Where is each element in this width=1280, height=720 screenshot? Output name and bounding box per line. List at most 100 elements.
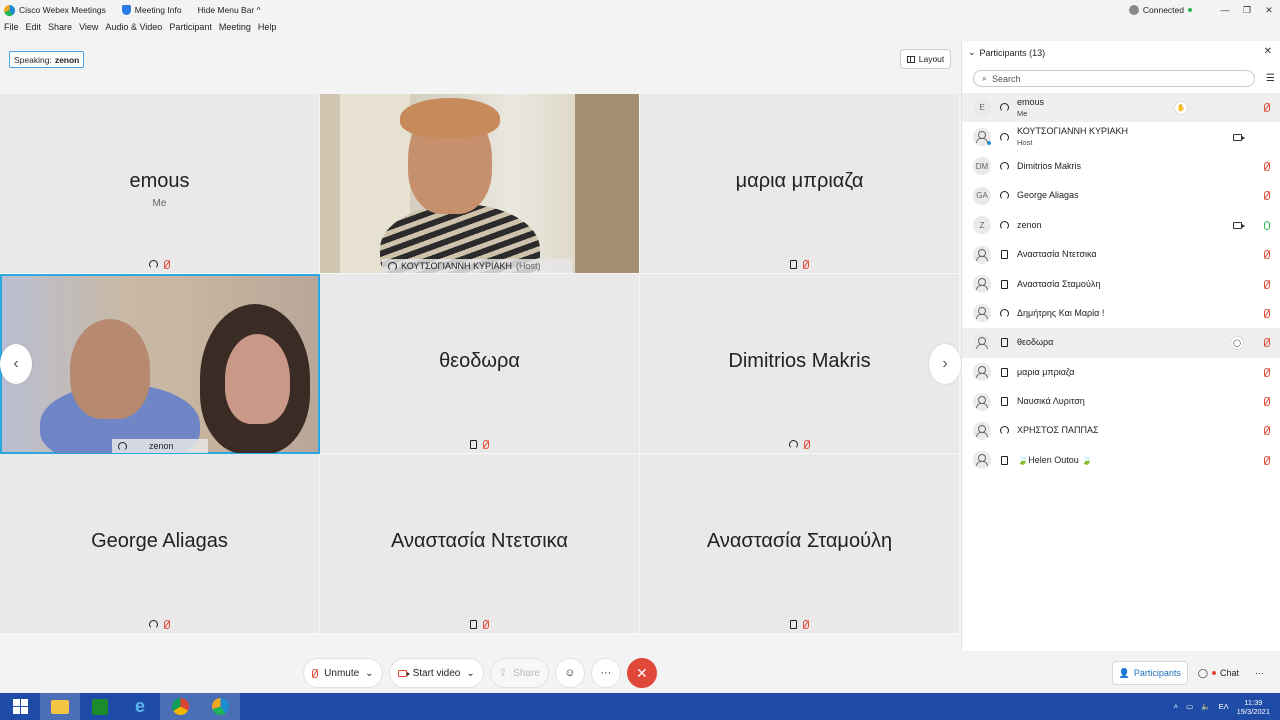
participant-search-input[interactable]: ⌕ Search: [973, 70, 1255, 87]
taskbar-webex[interactable]: [200, 693, 240, 720]
previous-page-button[interactable]: ‹: [0, 344, 32, 384]
store-icon: [92, 698, 108, 715]
list-item[interactable]: ΚΟΥΤΣΟΓΙΑΝΝΗ ΚΥΡΙΑΚΗ Host: [962, 122, 1280, 151]
video-tile[interactable]: Dimitrios Makris: [640, 274, 960, 454]
list-item[interactable]: E emous Me ✋: [962, 93, 1280, 123]
clock[interactable]: 11:39 19/3/2021: [1237, 698, 1270, 716]
phone-audio-icon: [999, 308, 1009, 318]
close-icon: ✕: [635, 664, 648, 681]
chevron-down-icon[interactable]: ⌄: [365, 668, 373, 679]
phone-audio-icon: [999, 103, 1009, 113]
chat-bubble-icon[interactable]: ◯: [1230, 335, 1244, 350]
menu-edit[interactable]: Edit: [26, 22, 42, 38]
connection-status[interactable]: Connected: [1128, 5, 1192, 15]
sort-icon[interactable]: ☰: [1266, 73, 1275, 84]
more-panels-button[interactable]: ···: [1249, 661, 1270, 685]
more-options-button[interactable]: ···: [590, 658, 621, 688]
close-panel-button[interactable]: ✕: [1264, 46, 1272, 57]
list-item[interactable]: μαρια μπριαζα: [962, 358, 1280, 387]
avatar: E: [973, 98, 991, 117]
language-indicator[interactable]: ΕΛ: [1219, 702, 1229, 711]
video-off-icon: [397, 669, 410, 677]
taskbar: e ˄ ▭ 🔈 ΕΛ 11:39 19/3/2021: [0, 693, 1280, 720]
mic-on-icon[interactable]: [1264, 220, 1270, 230]
muted-mic-icon[interactable]: [1264, 161, 1270, 171]
reactions-button[interactable]: ☺: [554, 658, 585, 688]
chat-button[interactable]: ◯ Chat: [1192, 661, 1245, 685]
list-item[interactable]: Αναστασία Ντετσικα: [962, 240, 1280, 269]
muted-mic-icon[interactable]: [1264, 308, 1270, 318]
chevron-up-icon[interactable]: ˄: [1174, 702, 1178, 711]
muted-mic-icon[interactable]: [1264, 191, 1270, 201]
phone-audio-icon: [999, 426, 1009, 436]
participants-panel-header[interactable]: ⌄ Participants (13): [968, 47, 1045, 58]
device-icon: [790, 620, 797, 629]
taskbar-internet-explorer[interactable]: e: [120, 693, 160, 720]
list-item[interactable]: Δημήτρης Και Μαρία !: [962, 299, 1280, 328]
next-page-button[interactable]: ›: [929, 344, 961, 384]
video-tile[interactable]: ΚΟΥΤΣΟΓΙΑΝΝΗ ΚΥΡΙΑΚΗ (Host): [320, 94, 640, 274]
share-icon: ⇪: [498, 667, 508, 679]
start-button[interactable]: [0, 693, 40, 720]
list-item[interactable]: θεοδωρα ◯: [962, 328, 1280, 358]
muted-mic-icon[interactable]: [1264, 338, 1270, 348]
list-item[interactable]: ΧΡΗΣΤΟΣ ΠΑΠΠΑΣ: [962, 416, 1280, 445]
menu-share[interactable]: Share: [48, 22, 72, 38]
network-icon[interactable]: ▭: [1186, 702, 1193, 711]
list-item[interactable]: DM Dimitrios Makris: [962, 152, 1280, 181]
active-speaker-tile[interactable]: zenon: [0, 274, 320, 454]
avatar: [973, 392, 991, 411]
video-tile[interactable]: Αναστασία Σταμούλη: [640, 454, 960, 634]
menu-audio-video[interactable]: Audio & Video: [105, 22, 162, 38]
menu-file[interactable]: File: [4, 22, 19, 38]
list-item[interactable]: Αναστασία Σταμούλη: [962, 269, 1280, 298]
video-tile[interactable]: George Aliagas: [0, 454, 320, 634]
ellipsis-icon: ···: [600, 667, 612, 679]
volume-icon[interactable]: 🔈: [1201, 702, 1210, 711]
menu-meeting[interactable]: Meeting: [219, 22, 251, 38]
muted-mic-icon[interactable]: [1264, 426, 1270, 436]
unmute-button[interactable]: Unmute ⌄: [303, 658, 383, 688]
taskbar-chrome[interactable]: [160, 693, 200, 720]
host-badge-icon: [986, 140, 992, 147]
muted-mic-icon[interactable]: [1264, 455, 1270, 465]
list-item[interactable]: 🍃Helen Outou 🍃: [962, 446, 1280, 475]
list-item[interactable]: GA George Aliagas: [962, 181, 1280, 210]
muted-mic-icon[interactable]: [1264, 103, 1270, 113]
phone-audio-icon: [999, 191, 1009, 201]
maximize-button[interactable]: ❐: [1236, 5, 1258, 16]
start-video-button[interactable]: Start video ⌄: [388, 658, 484, 688]
list-item[interactable]: Ναυσικά Λυριτση: [962, 387, 1280, 416]
video-tile[interactable]: μαρια μπριαζα: [640, 94, 960, 274]
webex-logo-icon: [4, 4, 15, 16]
taskbar-store[interactable]: [80, 693, 120, 720]
muted-mic-icon[interactable]: [1264, 250, 1270, 260]
list-item[interactable]: Z zenon: [962, 211, 1280, 240]
share-button[interactable]: ⇪ Share: [489, 658, 549, 688]
hide-menu-bar-button[interactable]: Hide Menu Bar ^: [198, 5, 261, 15]
panel-toolbar: 👤 Participants ◯ Chat ···: [961, 660, 1280, 686]
muted-mic-icon[interactable]: [1264, 367, 1270, 377]
close-window-button[interactable]: ✕: [1258, 5, 1280, 16]
meeting-info-button[interactable]: Meeting Info: [121, 5, 182, 15]
leave-meeting-button[interactable]: ✕: [626, 658, 657, 688]
video-tile[interactable]: emous Me: [0, 94, 320, 274]
video-tile[interactable]: Αναστασία Ντετσικα: [320, 454, 640, 634]
video-tile[interactable]: θεοδωρα: [320, 274, 640, 454]
raise-hand-icon[interactable]: ✋: [1174, 100, 1188, 115]
menu-participant[interactable]: Participant: [169, 22, 212, 38]
participants-button[interactable]: 👤 Participants: [1111, 661, 1188, 685]
muted-mic-icon[interactable]: [1264, 279, 1270, 289]
chevron-down-icon[interactable]: ⌄: [466, 668, 474, 679]
menu-help[interactable]: Help: [258, 22, 277, 38]
layout-button[interactable]: Layout: [900, 49, 951, 69]
menu-view[interactable]: View: [79, 22, 98, 38]
muted-mic-icon[interactable]: [1264, 397, 1270, 407]
chevron-left-icon: ‹: [13, 355, 19, 372]
shield-icon: [121, 5, 131, 15]
minimize-button[interactable]: —: [1214, 5, 1236, 15]
muted-mic-icon: [483, 620, 489, 629]
title-bar: Cisco Webex Meetings Meeting Info Hide M…: [0, 0, 1280, 20]
device-icon: [1000, 279, 1008, 289]
taskbar-file-explorer[interactable]: [40, 693, 80, 720]
